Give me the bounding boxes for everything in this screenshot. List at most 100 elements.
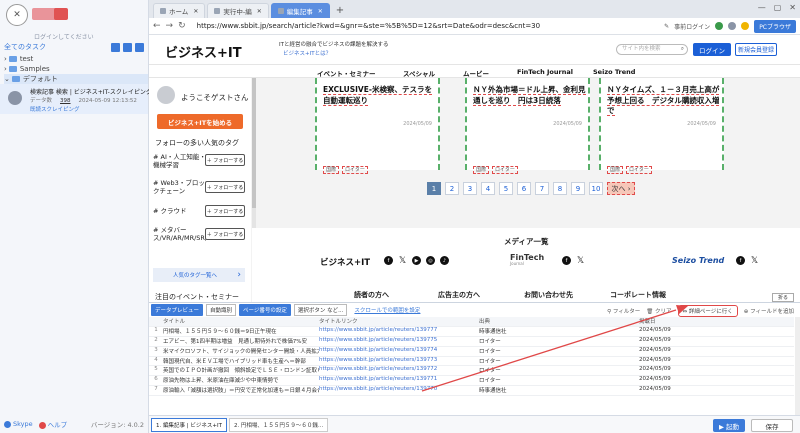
page-link[interactable]: 3	[463, 182, 477, 195]
table-row[interactable]: 7 原油輸入「減額は選択肢」＝円安で正常化加速も＝日銀４月会合 https://ww…	[149, 386, 794, 397]
page-link[interactable]: 9	[571, 182, 585, 195]
table-cell[interactable]: https://www.sbbit.jp/article/reuters/139…	[319, 386, 479, 395]
table-cell[interactable]: 2024/05/09	[639, 347, 719, 356]
x-icon[interactable]: 𝕏	[750, 256, 759, 266]
tag-label[interactable]: # Web3・ブロックチェーン	[153, 179, 207, 195]
login-hint[interactable]: ログインしてください	[34, 32, 94, 41]
article-card[interactable]: ＮＹ外為市場＝ドル上昇、金利見通しを巡り 円は3日続落 2024/05/09 国…	[465, 78, 590, 174]
cookie-icon[interactable]	[741, 22, 750, 30]
close-window-icon[interactable]: ✕	[789, 3, 796, 12]
edit-url-icon[interactable]: ✎	[664, 23, 669, 30]
about-link[interactable]: ビジネス+ITとは？	[283, 49, 331, 57]
footer-link[interactable]: コーポレート情報	[610, 290, 666, 300]
table-cell[interactable]: ロイター	[479, 347, 639, 356]
start-button[interactable]: ビジネス+ITを始める	[157, 114, 243, 129]
tab-home[interactable]: ホーム ✕	[153, 3, 206, 18]
table-cell[interactable]: 2024/05/09	[639, 357, 719, 366]
table-cell[interactable]: 円相場、１５５円５９～６０銭＝9日正午現在	[163, 327, 319, 336]
collapse-button[interactable]: 折る	[772, 293, 794, 302]
facebook-icon[interactable]: f	[562, 256, 571, 265]
status-icon[interactable]	[715, 22, 724, 30]
close-icon[interactable]: ✕	[318, 8, 323, 15]
page-tab[interactable]: 1. 編集記事 | ビジネス+IT	[151, 418, 227, 432]
table-cell[interactable]: ロイター	[479, 357, 639, 366]
follow-button[interactable]: ＋ フォローする	[205, 181, 245, 193]
article-tag[interactable]: 国際	[323, 166, 340, 174]
help-link[interactable]: ヘルプ	[38, 419, 67, 429]
table-cell[interactable]: ロイター	[479, 366, 639, 375]
table-row[interactable]: 5 英国でのＩＰＯ計画が撤回 傾斜設定でＬＳＥ・ロンドン証取ＣＥＯ https://…	[149, 366, 794, 377]
table-cell[interactable]: 原油輸入「減額は選択肢」＝円安で正常化加速も＝日銀４月会合	[163, 386, 319, 395]
article-tag[interactable]: ロイター	[342, 166, 368, 174]
all-tasks-label[interactable]: 全てのタスク	[4, 42, 46, 52]
footer-link[interactable]: お問い合わせ先	[524, 290, 573, 300]
pc-browser-select[interactable]: PCブラウザ	[754, 19, 796, 33]
x-icon[interactable]: 𝕏	[398, 256, 407, 266]
data-preview-button[interactable]: データプレビュー	[151, 303, 204, 316]
article-title[interactable]: ＮＹタイムズ、１－３月売上高が予想上回る デジタル購読収入増で	[607, 85, 721, 117]
column-header[interactable]: タイトルリンク	[319, 317, 479, 326]
table-cell[interactable]: 原油先物は上昇、米原油在庫減少や中東情勢で	[163, 376, 319, 385]
facebook-icon[interactable]: f	[736, 256, 745, 265]
follow-button[interactable]: ＋ フォローする	[205, 154, 245, 166]
page-link[interactable]: 8	[553, 182, 567, 195]
goto-detail-button[interactable]: ⇔ 詳細ページに行く	[677, 305, 738, 317]
table-cell[interactable]: https://www.sbbit.jp/article/reuters/139…	[319, 376, 479, 385]
article-title[interactable]: ＮＹ外為市場＝ドル上昇、金利見通しを巡り 円は3日続落	[473, 85, 587, 106]
table-cell[interactable]: 2024/05/09	[639, 337, 719, 346]
scroll-setting-link[interactable]: スクロールでの範囲を設定	[354, 306, 420, 314]
next-page-button[interactable]: 次へ ›	[607, 182, 635, 195]
site-search-input[interactable]: サイト内を検索 ⌕	[616, 44, 688, 55]
article-tag[interactable]: ロイター	[492, 166, 518, 174]
forward-icon[interactable]: →	[166, 21, 174, 31]
table-row[interactable]: 1 円相場、１５５円５９～６０銭＝9日正午現在 https://www.sbbit.…	[149, 327, 794, 337]
select-button-dropdown[interactable]: 選択ボタン など...	[293, 303, 348, 316]
skype-link[interactable]: Skype	[4, 420, 33, 428]
column-header[interactable]: 掲載日	[639, 317, 719, 326]
maximize-icon[interactable]: ▢	[774, 3, 782, 12]
table-scrollbar[interactable]	[795, 317, 800, 415]
site-logo[interactable]: ビジネス+IT	[165, 42, 242, 61]
article-card[interactable]: ＮＹタイムズ、１－３月売上高が予想上回る デジタル購読収入増で 2024/05/…	[599, 78, 724, 174]
tag-label[interactable]: # AI・人工知能・機械学習	[153, 153, 207, 169]
page-link[interactable]: 6	[517, 182, 531, 195]
table-cell[interactable]: 2024/05/09	[639, 386, 719, 395]
nav-seizo[interactable]: Seizo Trend	[593, 68, 635, 76]
table-cell[interactable]: https://www.sbbit.jp/article/reuters/139…	[319, 357, 479, 366]
article-card[interactable]: EXCLUSIVE-米検察、テスラを自動運転巡り 2024/05/09 国際 ロイ…	[315, 78, 440, 174]
save-button[interactable]: 保存	[751, 419, 793, 432]
page-link[interactable]: 10	[589, 182, 603, 195]
article-tag[interactable]: 国際	[607, 166, 624, 174]
tree-folder-default[interactable]: ⌄ デフォルト	[4, 74, 148, 84]
table-cell[interactable]: https://www.sbbit.jp/article/reuters/139…	[319, 327, 479, 336]
follow-button[interactable]: ＋ フォローする	[205, 205, 245, 217]
table-cell[interactable]: 韓国現代自、米ＥＶ工場でハイブリッド車も生産へ＝幹部	[163, 357, 319, 366]
nav-fintech[interactable]: FinTech Journal	[517, 68, 573, 76]
filter-button[interactable]: ⚲ フィルター	[607, 307, 640, 315]
delete-icon[interactable]	[135, 42, 144, 52]
page-link[interactable]: 1	[427, 182, 441, 195]
nav-special[interactable]: スペシャル	[403, 68, 435, 78]
footer-link[interactable]: 読者の方へ	[354, 290, 389, 300]
page-link[interactable]: 4	[481, 182, 495, 195]
table-cell[interactable]: ロイター	[479, 376, 639, 385]
follow-button[interactable]: ＋ フォローする	[205, 228, 245, 240]
table-row[interactable]: 6 原油先物は上昇、米原油在庫減少や中東情勢で https://www.sbbit.…	[149, 376, 794, 387]
tag-label[interactable]: # クラウド	[153, 207, 207, 215]
back-icon[interactable]: ←	[153, 21, 161, 31]
table-cell[interactable]: 2024/05/09	[639, 376, 719, 385]
youtube-icon[interactable]: ▶	[412, 256, 421, 265]
page-setting-button[interactable]: ページ番号の設定	[239, 303, 291, 316]
page-link[interactable]: 5	[499, 182, 513, 195]
table-row[interactable]: 3 米マイクロソフト、サイジョックの開発センター開設・人員拡大へ https://w…	[149, 347, 794, 357]
table-cell[interactable]: 時事通信社	[479, 386, 639, 395]
task-data-count[interactable]: 398	[60, 98, 71, 104]
auto-detect-select[interactable]: 自動識別	[206, 303, 237, 316]
nav-movie[interactable]: ムービー	[463, 68, 489, 78]
table-cell[interactable]: エアビー、第1四半期は増益 見通し期待外れで株価7%安	[163, 337, 319, 346]
table-cell[interactable]: https://www.sbbit.jp/article/reuters/139…	[319, 366, 479, 375]
instagram-icon[interactable]: ◎	[426, 256, 435, 265]
table-cell[interactable]: 2024/05/09	[639, 366, 719, 375]
tree-folder-samples[interactable]: › Samples	[4, 64, 148, 74]
table-row[interactable]: 4 韓国現代自、米ＥＶ工場でハイブリッド車も生産へ＝幹部 https://www.s…	[149, 357, 794, 367]
